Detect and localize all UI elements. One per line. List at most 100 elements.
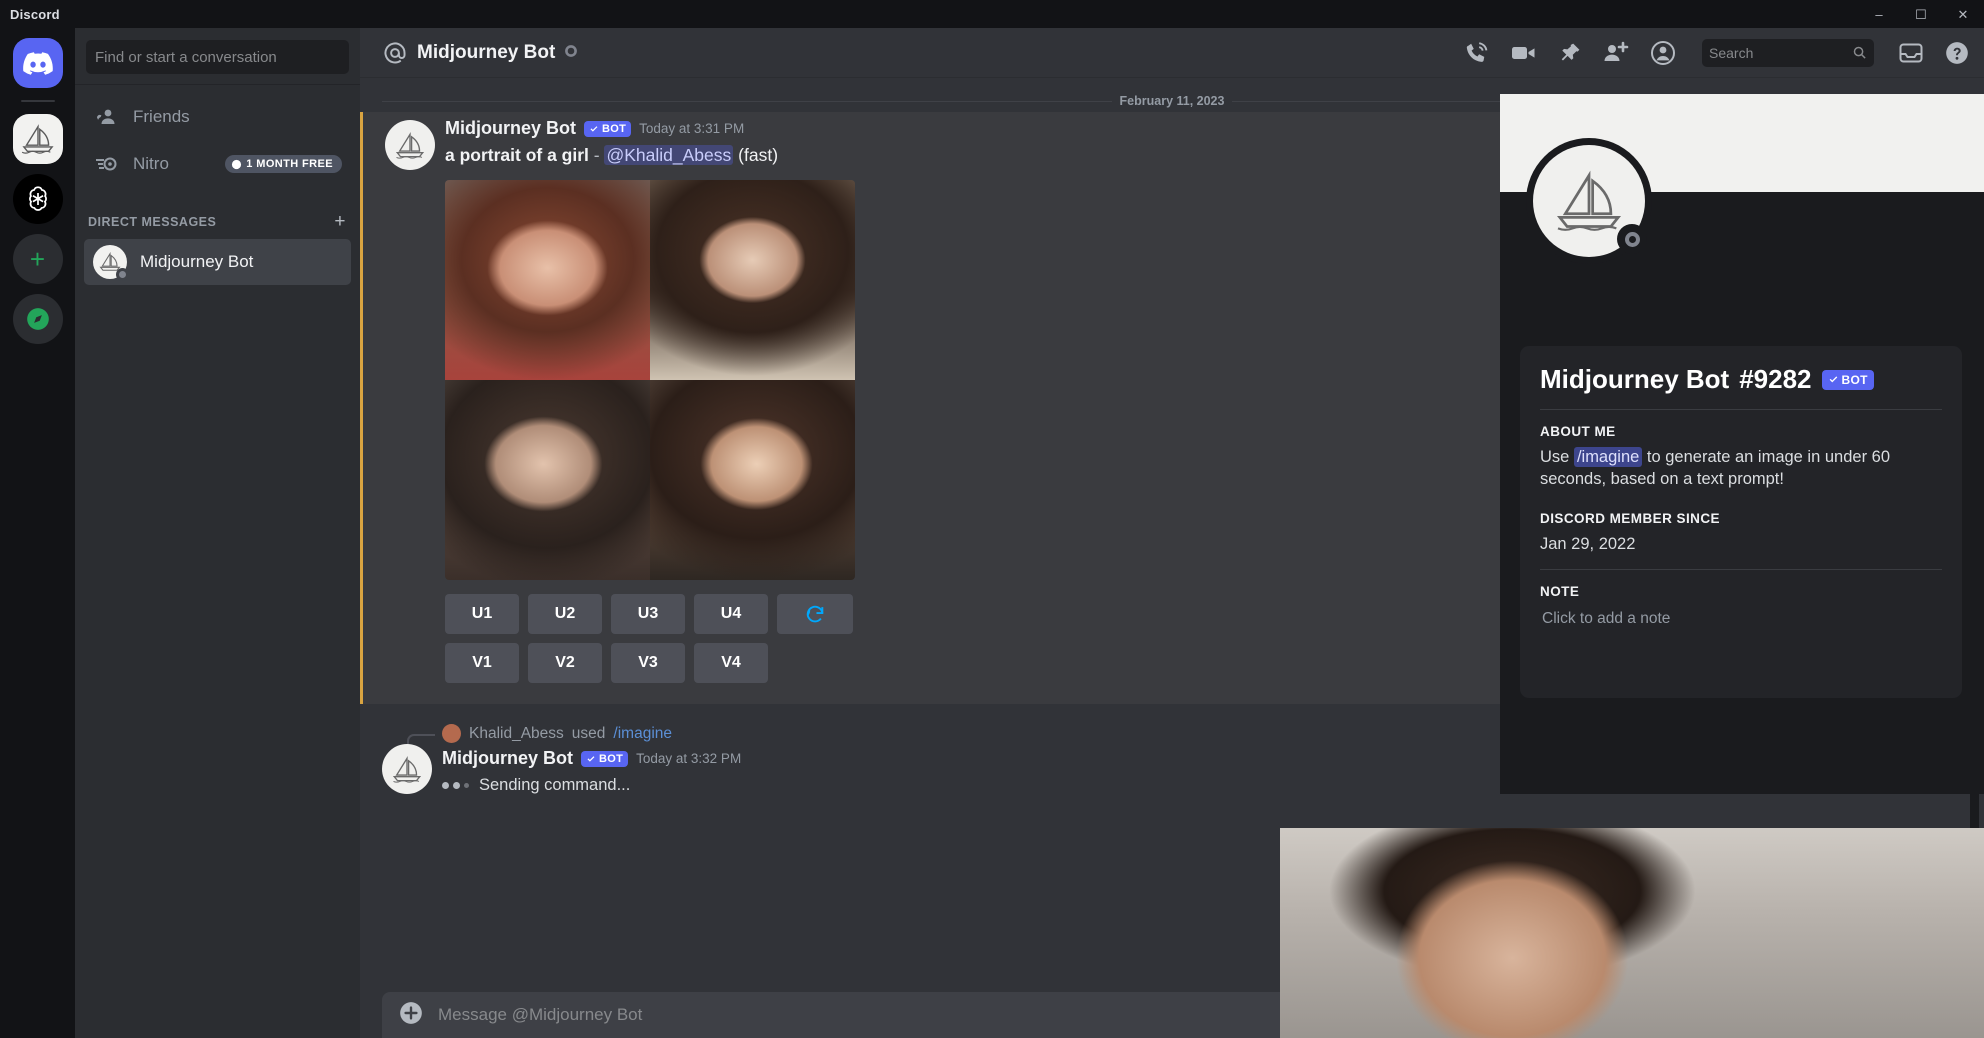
message-author[interactable]: Midjourney Bot xyxy=(445,118,576,139)
at-symbol-icon xyxy=(382,40,408,66)
close-button[interactable]: ✕ xyxy=(1942,0,1984,28)
profile-spacer xyxy=(1540,491,1942,511)
window-titlebar: Discord – ☐ ✕ xyxy=(0,0,1984,28)
message-author[interactable]: Midjourney Bot xyxy=(442,748,573,769)
sidebar-item-nitro[interactable]: Nitro 1 MONTH FREE xyxy=(84,142,351,186)
status-indicator-idle xyxy=(1617,224,1647,254)
member-since-label: DISCORD MEMBER SINCE xyxy=(1540,511,1942,526)
attach-file-button[interactable] xyxy=(398,1000,424,1031)
nitro-label: Nitro xyxy=(133,154,169,174)
profile-divider xyxy=(1540,409,1942,410)
divider-line-left xyxy=(382,101,1112,102)
avatar xyxy=(93,245,127,279)
variation-button-v2[interactable]: V2 xyxy=(528,643,602,683)
about-prefix: Use xyxy=(1540,448,1569,466)
profile-display-name: Midjourney Bot xyxy=(1540,364,1729,395)
avatar[interactable] xyxy=(385,120,435,170)
add-friends-icon[interactable] xyxy=(1602,41,1630,65)
sailboat-icon xyxy=(394,132,426,159)
loading-dots-icon xyxy=(442,782,469,789)
friends-label: Friends xyxy=(133,107,190,127)
dm-item-label: Midjourney Bot xyxy=(140,252,253,272)
dm-conversation-list: Midjourney Bot xyxy=(75,239,360,285)
imagine-command-chip[interactable]: /imagine xyxy=(1574,447,1642,467)
search-icon xyxy=(1852,45,1867,60)
webcam-overlay xyxy=(1280,828,1984,1038)
nitro-icon xyxy=(93,153,119,175)
pinned-messages-icon[interactable] xyxy=(1558,41,1582,65)
add-server-button[interactable]: + xyxy=(13,234,63,284)
server-icon-home[interactable] xyxy=(13,38,63,88)
maximize-button[interactable]: ☐ xyxy=(1900,0,1942,28)
server-icon-midjourney[interactable] xyxy=(13,114,63,164)
avatar[interactable] xyxy=(382,744,432,794)
bot-badge: BOT xyxy=(581,751,628,767)
message-timestamp: Today at 3:32 PM xyxy=(636,751,741,766)
server-icon-chatgpt[interactable] xyxy=(13,174,63,224)
profile-discriminator: #9282 xyxy=(1739,364,1811,395)
refresh-icon xyxy=(804,603,826,625)
prompt-separator: - xyxy=(594,145,600,165)
variation-button-v1[interactable]: V1 xyxy=(445,643,519,683)
inbox-icon[interactable] xyxy=(1898,41,1924,65)
app-title: Discord xyxy=(0,7,60,22)
profile-divider-2 xyxy=(1540,569,1942,570)
dm-nav-list: Friends Nitro 1 MONTH FREE xyxy=(75,85,360,186)
chat-header-actions: Search xyxy=(1464,39,1970,67)
create-dm-button[interactable]: + xyxy=(334,211,351,233)
chat-header: Midjourney Bot xyxy=(360,28,1984,78)
discord-logo-icon xyxy=(23,52,53,75)
bot-badge: BOT xyxy=(1822,370,1874,390)
help-icon[interactable] xyxy=(1944,40,1970,66)
upscale-button-u3[interactable]: U3 xyxy=(611,594,685,634)
dm-sidebar: Find or start a conversation Friends xyxy=(75,28,360,1038)
window-controls: – ☐ ✕ xyxy=(1858,0,1984,28)
verified-check-icon xyxy=(589,124,599,134)
user-profile-panel: Midjourney Bot #9282 BOT ABOUT ME Use /im… xyxy=(1500,94,1984,794)
verified-check-icon xyxy=(1828,374,1839,385)
user-profile-icon[interactable] xyxy=(1650,40,1678,66)
upscale-button-u1[interactable]: U1 xyxy=(445,594,519,634)
generated-image-grid[interactable] xyxy=(445,180,855,580)
plus-circle-icon xyxy=(398,1000,424,1026)
variation-button-v3[interactable]: V3 xyxy=(611,643,685,683)
search-input[interactable]: Search xyxy=(1702,39,1874,67)
generated-image-1[interactable] xyxy=(445,180,650,380)
discord-window: Discord – ☐ ✕ + xyxy=(0,0,1984,1038)
generated-image-3[interactable] xyxy=(445,380,650,580)
upscale-button-u4[interactable]: U4 xyxy=(694,594,768,634)
upscale-button-u2[interactable]: U2 xyxy=(528,594,602,634)
bot-badge-label: BOT xyxy=(602,123,626,135)
sidebar-item-friends[interactable]: Friends xyxy=(84,95,351,139)
member-since-value: Jan 29, 2022 xyxy=(1540,533,1942,555)
message-timestamp: Today at 3:31 PM xyxy=(639,121,744,136)
status-indicator-idle xyxy=(116,268,129,281)
command-user[interactable]: Khalid_Abess xyxy=(469,725,564,743)
generated-image-2[interactable] xyxy=(650,180,855,380)
server-rail: + xyxy=(0,28,75,1038)
generated-image-4[interactable] xyxy=(650,380,855,580)
prompt-mode: (fast) xyxy=(738,145,778,165)
about-me-label: ABOUT ME xyxy=(1540,424,1942,439)
minimize-button[interactable]: – xyxy=(1858,0,1900,28)
sailboat-icon xyxy=(1552,170,1626,232)
note-input[interactable]: Click to add a note xyxy=(1540,606,1942,632)
compass-icon xyxy=(25,306,51,332)
page-title: Midjourney Bot xyxy=(417,42,555,64)
explore-servers-button[interactable] xyxy=(13,294,63,344)
start-voice-call-icon[interactable] xyxy=(1464,40,1490,66)
variation-button-v4[interactable]: V4 xyxy=(694,643,768,683)
profile-avatar[interactable] xyxy=(1526,138,1652,264)
reroll-button[interactable] xyxy=(777,594,853,634)
direct-messages-label: DIRECT MESSAGES xyxy=(88,215,216,229)
start-video-call-icon[interactable] xyxy=(1510,42,1538,64)
mention-khalid-abess[interactable]: @Khalid_Abess xyxy=(604,145,733,165)
openai-logo-icon xyxy=(22,183,54,215)
sailboat-icon xyxy=(20,124,56,154)
find-conversation-input[interactable]: Find or start a conversation xyxy=(86,40,349,74)
dm-item-midjourney-bot[interactable]: Midjourney Bot xyxy=(84,239,351,285)
slash-command-link[interactable]: /imagine xyxy=(613,725,672,743)
rail-divider xyxy=(21,100,55,102)
bot-badge-label: BOT xyxy=(599,753,623,765)
search-placeholder: Search xyxy=(1709,45,1852,61)
